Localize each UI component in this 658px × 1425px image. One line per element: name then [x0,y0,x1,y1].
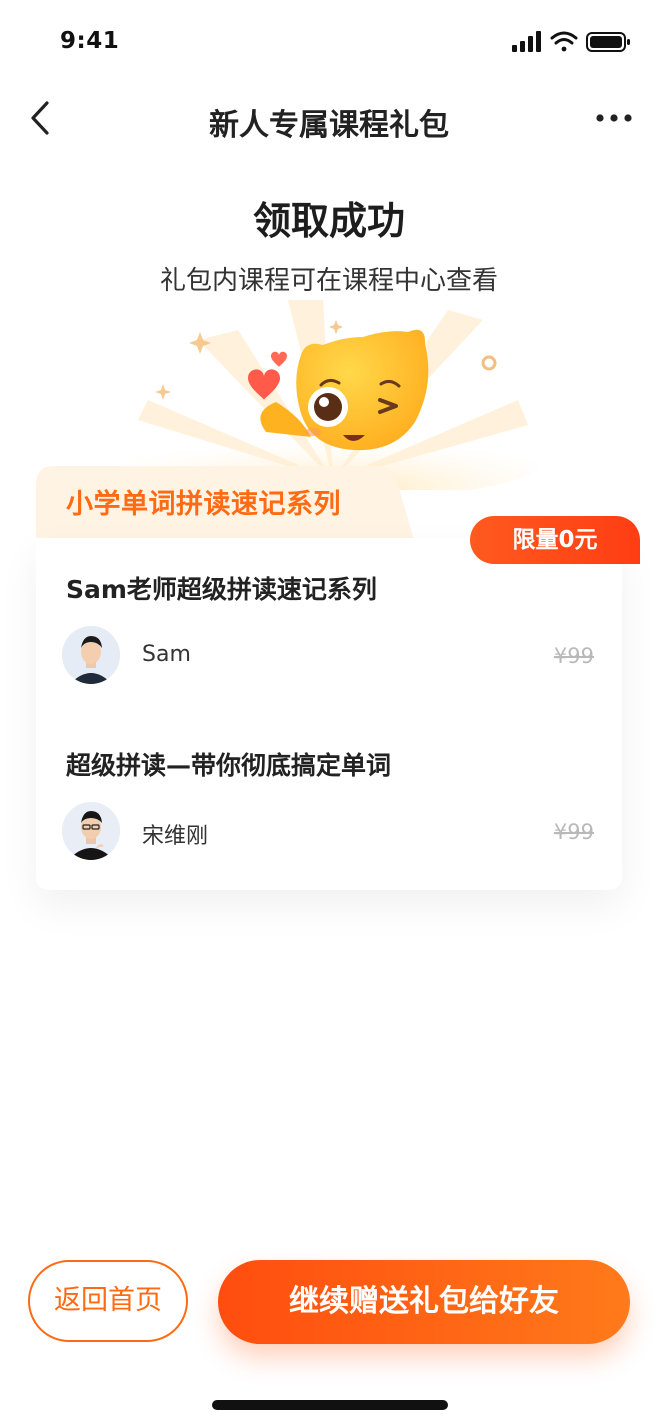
course-item[interactable]: 超级拼读—带你彻底搞定单词 宋维刚 ¥99 [36,746,622,896]
teacher-name: 宋维刚 [142,824,209,849]
status-bar: 9:41 [0,0,658,86]
original-price: ¥99 [553,644,594,668]
nav-bar: 新人专属课程礼包 [0,86,658,152]
status-time: 9:41 [60,28,120,54]
home-indicator [212,1400,448,1410]
course-title: Sam老师超级拼读速记系列 [66,575,377,604]
series-title: 小学单词拼读速记系列 [66,489,341,520]
back-home-button[interactable]: 返回首页 [28,1260,188,1342]
success-title: 领取成功 [252,199,405,243]
teacher-avatar [62,626,120,684]
back-icon[interactable] [22,96,58,140]
success-subtitle: 礼包内课程可在课程中心查看 [159,266,498,296]
status-icons [512,31,630,52]
limit-badge: 限量0元 [470,516,640,564]
battery-icon [586,32,630,52]
wifi-icon [550,31,578,52]
original-price: ¥99 [553,820,594,844]
mascot-illustration [123,300,543,490]
page-title: 新人专属课程礼包 [209,108,449,143]
signal-icon [512,31,541,52]
gift-friends-button[interactable]: 继续赠送礼包给好友 [218,1260,630,1344]
more-icon[interactable] [592,100,636,136]
teacher-avatar [62,802,120,860]
teacher-name: Sam [142,642,191,667]
course-item[interactable]: Sam老师超级拼读速记系列 Sam ¥99 [36,570,622,720]
mascot-cat-icon [260,329,429,451]
course-list: Sam老师超级拼读速记系列 Sam ¥99 超级拼读—带你彻底搞定单词 宋维刚 … [36,538,622,890]
course-title: 超级拼读—带你彻底搞定单词 [66,751,392,780]
